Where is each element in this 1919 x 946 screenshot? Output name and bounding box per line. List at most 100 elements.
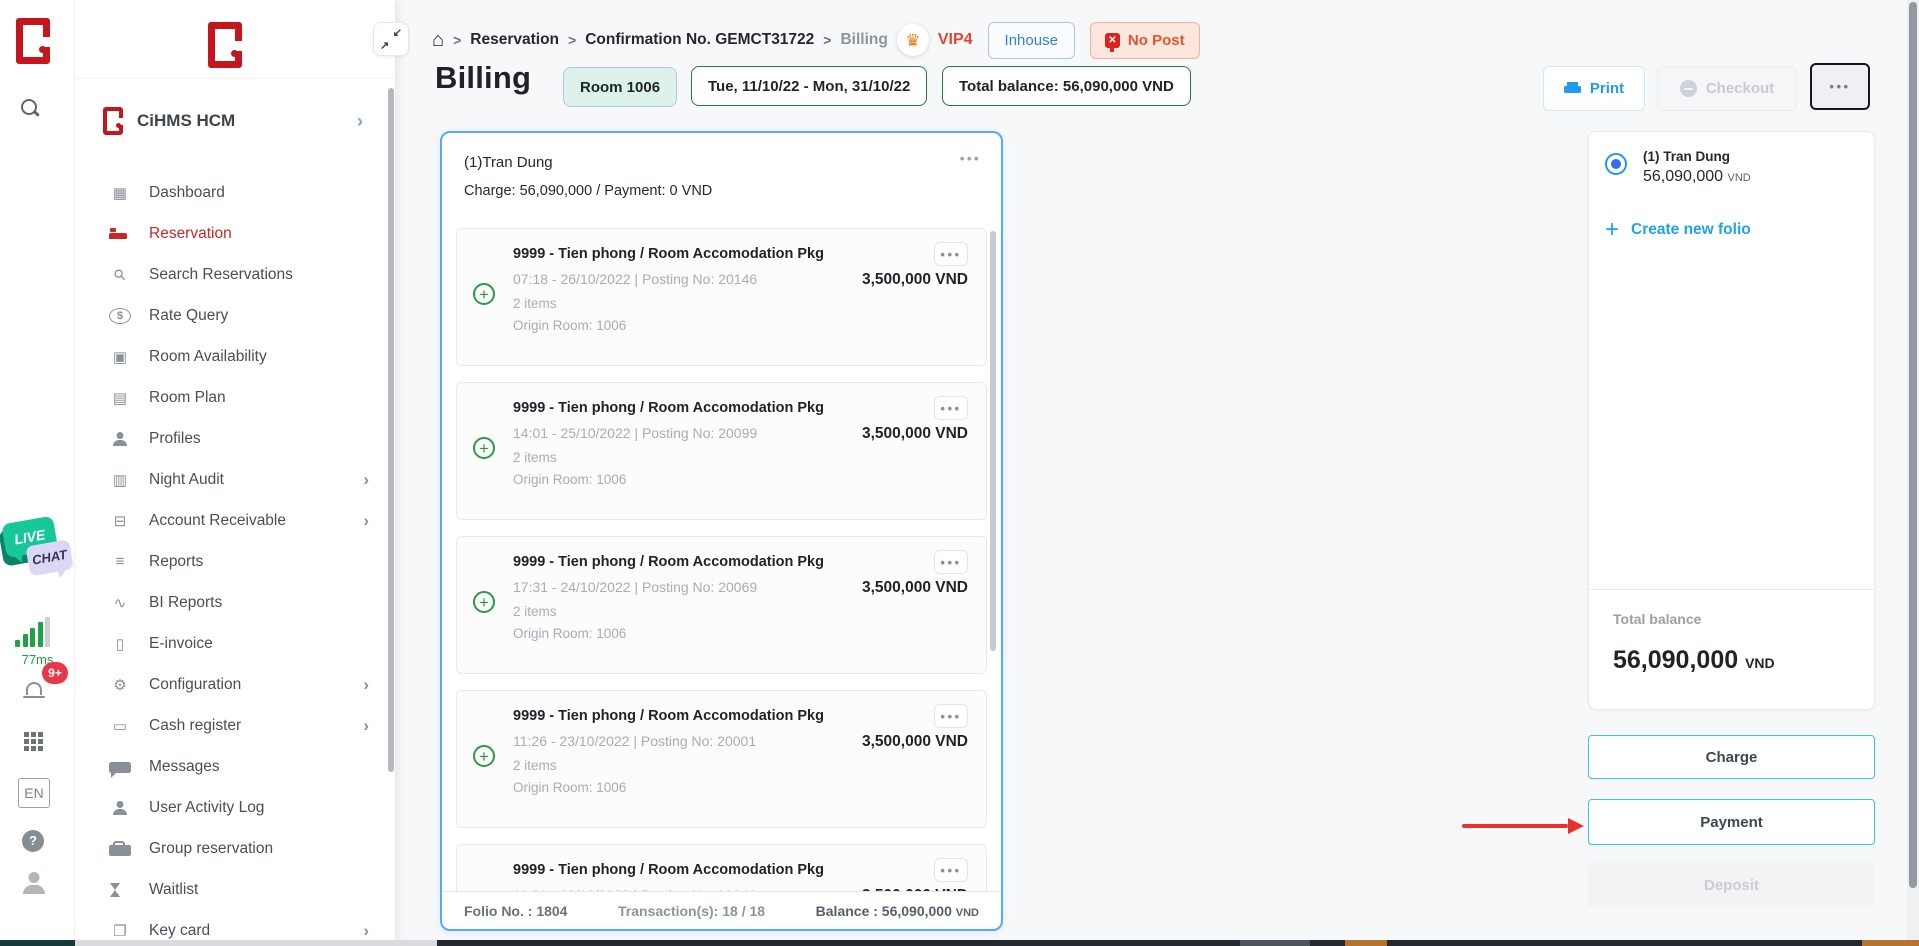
- chevron-right-icon: ›: [363, 470, 369, 490]
- transaction-card[interactable]: + 9999 - Tien phong / Room Accomodation …: [456, 844, 987, 891]
- keycard-icon: ❐: [109, 922, 131, 940]
- user-log-icon: [109, 801, 131, 815]
- transaction-card[interactable]: + 9999 - Tien phong / Room Accomodation …: [456, 690, 987, 828]
- sidebar-item-e-invoice[interactable]: ▯ E-invoice: [75, 623, 395, 664]
- cihms-logo-icon[interactable]: [16, 18, 50, 64]
- sidebar-item-cash-register[interactable]: ▭ Cash register ›: [75, 705, 395, 746]
- live-chat-widget[interactable]: LIVE CHAT: [0, 510, 79, 613]
- sidebar-item-label: Search Reservations: [149, 266, 369, 284]
- transaction-menu-button[interactable]: •••: [934, 396, 968, 420]
- transaction-card[interactable]: + 9999 - Tien phong / Room Accomodation …: [456, 228, 987, 366]
- chevron-right-icon[interactable]: ›: [357, 111, 363, 132]
- expand-transaction-icon[interactable]: +: [473, 437, 495, 459]
- transaction-origin-room: Origin Room: 1006: [513, 472, 968, 487]
- expand-transaction-icon[interactable]: +: [473, 591, 495, 613]
- sidebar-item-group-reservation[interactable]: Group reservation: [75, 828, 395, 869]
- sidebar-item-account-receivable[interactable]: ⊟ Account Receivable ›: [75, 500, 395, 541]
- home-icon[interactable]: ⌂: [432, 30, 444, 50]
- help-icon[interactable]: ?: [22, 830, 44, 852]
- sidebar-item-user-activity-log[interactable]: User Activity Log: [75, 787, 395, 828]
- sidebar-item-night-audit[interactable]: ▥ Night Audit ›: [75, 459, 395, 500]
- sidebar-item-bi-reports[interactable]: ∿ BI Reports: [75, 582, 395, 623]
- folio-option-amount: 56,090,000 VND: [1643, 168, 1751, 186]
- transaction-items-count: 2 items: [513, 296, 968, 311]
- more-actions-button[interactable]: •••: [1810, 63, 1870, 110]
- charge-button[interactable]: Charge: [1588, 735, 1875, 779]
- breadcrumb-reservation[interactable]: Reservation: [470, 31, 559, 49]
- transaction-items-count: 2 items: [513, 450, 968, 465]
- language-selector[interactable]: EN: [18, 778, 50, 808]
- sidebar-item-rate-query[interactable]: $ Rate Query: [75, 295, 395, 336]
- ellipsis-icon: •••: [940, 247, 961, 262]
- sidebar-item-search-reservations[interactable]: ⚲ Search Reservations: [75, 254, 395, 295]
- sidebar-item-room-plan[interactable]: ▤ Room Plan: [75, 377, 395, 418]
- breadcrumb-billing: Billing: [840, 31, 887, 49]
- chevron-right-icon: ›: [363, 921, 369, 941]
- collapse-sidebar-button[interactable]: ↙↗: [373, 22, 409, 56]
- ellipsis-icon: •••: [940, 863, 961, 878]
- transaction-menu-button[interactable]: •••: [934, 858, 968, 882]
- property-name: CiHMS HCM: [137, 111, 357, 131]
- checkout-label: Checkout: [1706, 80, 1774, 97]
- sidebar-item-reports[interactable]: ≡ Reports: [75, 541, 395, 582]
- property-selector[interactable]: CiHMS HCM ›: [75, 96, 395, 146]
- transaction-list-scrollbar[interactable]: [990, 231, 996, 651]
- sidebar-item-label: Configuration: [149, 676, 363, 694]
- sidebar-item-reservation[interactable]: Reservation: [75, 213, 395, 254]
- sidebar-item-label: BI Reports: [149, 594, 369, 612]
- transaction-meta: 14:01 - 25/10/2022 | Posting No: 20099: [513, 425, 757, 441]
- no-post-button[interactable]: ✕ No Post: [1090, 22, 1200, 59]
- page-scrollbar[interactable]: [1907, 0, 1919, 940]
- sidebar-item-label: Room Availability: [149, 348, 369, 366]
- sidebar-scrollbar[interactable]: [388, 88, 394, 772]
- sidebar-item-dashboard[interactable]: ▦ Dashboard: [75, 172, 395, 213]
- transaction-list: + 9999 - Tien phong / Room Accomodation …: [456, 228, 987, 891]
- sidebar-item-room-availability[interactable]: ▣ Room Availability: [75, 336, 395, 377]
- inhouse-status-button[interactable]: Inhouse: [988, 22, 1075, 59]
- gear-icon: ⚙: [109, 676, 131, 694]
- user-avatar[interactable]: [22, 872, 46, 894]
- print-button[interactable]: Print: [1543, 66, 1645, 111]
- invoice-document-icon: ▯: [109, 635, 131, 653]
- expand-transaction-icon[interactable]: +: [473, 283, 495, 305]
- room-badge: Room 1006: [563, 67, 677, 107]
- sidebar-item-label: E-invoice: [149, 635, 369, 653]
- apps-grid-icon[interactable]: [24, 732, 29, 737]
- calendar-icon: ▣: [109, 348, 131, 366]
- transaction-menu-button[interactable]: •••: [934, 704, 968, 728]
- property-logo-icon: [103, 107, 123, 135]
- create-new-folio-button[interactable]: + Create new folio: [1605, 218, 1751, 242]
- transaction-card[interactable]: + 9999 - Tien phong / Room Accomodation …: [456, 536, 987, 674]
- page-scrollbar-thumb[interactable]: [1909, 2, 1917, 888]
- expand-transaction-icon[interactable]: +: [473, 745, 495, 767]
- sidebar-item-profiles[interactable]: Profiles: [75, 418, 395, 459]
- briefcase-icon: [109, 845, 131, 856]
- chat-bubble-icon: [109, 762, 131, 773]
- currency-unit: VND: [1728, 172, 1751, 184]
- search-document-icon: ⚲: [106, 260, 134, 288]
- clipboard-icon: ▥: [109, 471, 131, 489]
- minus-circle-icon: [1680, 80, 1697, 97]
- folio-option[interactable]: (1) Tran Dung 56,090,000 VND: [1605, 149, 1751, 186]
- sidebar-item-configuration[interactable]: ⚙ Configuration ›: [75, 664, 395, 705]
- payment-button[interactable]: Payment: [1588, 799, 1875, 845]
- folio-menu-button[interactable]: •••: [960, 151, 981, 166]
- sidebar-item-waitlist[interactable]: Waitlist: [75, 869, 395, 910]
- ellipsis-icon: •••: [940, 555, 961, 570]
- transaction-menu-button[interactable]: •••: [934, 242, 968, 266]
- transactions-count: Transaction(s): 18 / 18: [618, 903, 765, 919]
- transaction-card[interactable]: + 9999 - Tien phong / Room Accomodation …: [456, 382, 987, 520]
- checkout-button: Checkout: [1657, 66, 1797, 111]
- person-icon: [109, 432, 131, 446]
- chart-line-icon: ∿: [109, 594, 131, 612]
- transaction-title: 9999 - Tien phong / Room Accomodation Pk…: [513, 242, 824, 262]
- breadcrumb-confirmation[interactable]: Confirmation No. GEMCT31722: [585, 31, 814, 49]
- search-icon[interactable]: [20, 98, 40, 118]
- radio-selected-icon[interactable]: [1605, 153, 1627, 175]
- no-post-label: No Post: [1128, 32, 1185, 49]
- bell-icon[interactable]: [26, 682, 42, 695]
- transaction-title: 9999 - Tien phong / Room Accomodation Pk…: [513, 704, 824, 724]
- sidebar-item-messages[interactable]: Messages: [75, 746, 395, 787]
- transaction-menu-button[interactable]: •••: [934, 550, 968, 574]
- ellipsis-icon: •••: [940, 401, 961, 416]
